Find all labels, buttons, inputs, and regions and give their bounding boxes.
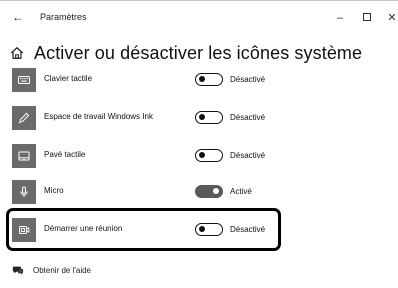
maximize-button[interactable]: [357, 10, 377, 26]
setting-label: Clavier tactile: [44, 74, 93, 83]
toggle-switch[interactable]: [195, 111, 223, 124]
title-bar: ← Paramètres – ✕: [0, 0, 398, 32]
toggle-state-label: Désactivé: [230, 75, 266, 84]
setting-row-micro: Micro Activé: [12, 180, 292, 204]
tile-icon-bg: [12, 144, 36, 168]
minimize-button[interactable]: –: [330, 10, 350, 26]
maximize-icon: [363, 13, 371, 21]
setting-label: Espace de travail Windows Ink: [44, 112, 153, 121]
microphone-icon: [20, 186, 28, 197]
toggle-knob: [199, 76, 205, 82]
toggle-switch[interactable]: [195, 185, 223, 198]
touchpad-icon: [18, 151, 30, 161]
toggle-switch[interactable]: [195, 73, 223, 86]
toggle-state-label: Activé: [230, 187, 252, 196]
setting-label: Micro: [44, 186, 64, 195]
window-title: Paramètres: [40, 12, 87, 22]
home-icon[interactable]: [10, 46, 24, 60]
toggle-state-label: Désactivé: [230, 151, 266, 160]
toggle-knob: [199, 152, 205, 158]
tile-icon-bg: [12, 68, 36, 92]
toggle-state-label: Désactivé: [230, 113, 266, 122]
page-header: Activer ou désactiver les icônes système: [10, 40, 362, 66]
toggle-knob: [213, 188, 219, 194]
pen-icon: [18, 112, 30, 124]
tile-icon-bg: [12, 180, 36, 204]
setting-row-clavier-tactile: Clavier tactile Désactivé: [12, 68, 292, 92]
help-link[interactable]: Obtenir de l'aide: [12, 264, 91, 276]
toggle-switch[interactable]: [195, 149, 223, 162]
tile-icon-bg: [12, 106, 36, 130]
help-chat-icon: [12, 266, 24, 275]
close-button[interactable]: ✕: [382, 10, 398, 26]
setting-row-pave-tactile: Pavé tactile Désactivé: [12, 144, 292, 168]
toggle-knob: [199, 114, 205, 120]
help-label: Obtenir de l'aide: [33, 265, 92, 275]
highlight-frame: [6, 208, 281, 251]
setting-row-windows-ink: Espace de travail Windows Ink Désactivé: [12, 106, 292, 130]
page-title: Activer ou désactiver les icônes système: [34, 42, 363, 63]
setting-label: Pavé tactile: [44, 150, 86, 159]
back-arrow-icon[interactable]: ←: [10, 9, 26, 25]
keyboard-icon: [18, 76, 30, 84]
